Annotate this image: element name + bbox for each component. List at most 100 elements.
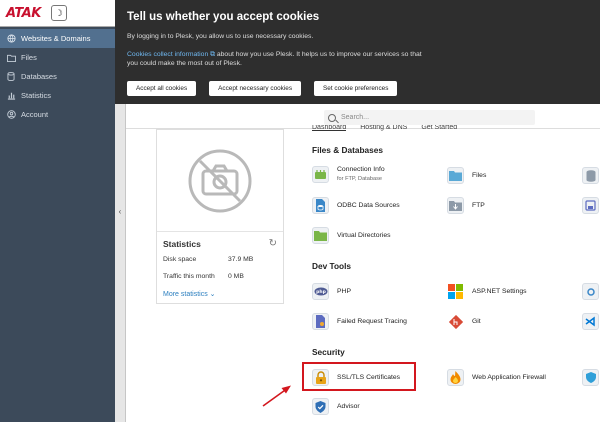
code-editor-icon [582,313,599,330]
tool-label: Failed Request Tracing [337,318,407,325]
logo[interactable]: ATAK ☽ [0,0,115,27]
statistics-title: Statistics [163,238,201,249]
database-icon [6,72,16,81]
bar-chart-icon [6,91,16,100]
virtual-directory-icon [312,227,329,244]
site-preview-panel: Statistics ↻ Disk space 37.9 MB Traffic … [156,129,284,304]
no-camera-icon [188,149,252,212]
tool-web-application-firewall[interactable]: Web Application Firewall [447,369,546,386]
section-title-files-databases: Files & Databases [312,145,384,155]
tab-get-started[interactable]: Get Started [421,125,457,131]
folder-icon [6,53,16,62]
accept-necessary-cookies-button[interactable]: Accept necessary cookies [209,80,302,96]
globe-icon [6,34,16,43]
sidebar-item-files[interactable]: Files [0,48,115,67]
cookie-title: Tell us whether you accept cookies [127,11,320,23]
disk-space-row: Disk space 37.9 MB [163,256,277,263]
tool-label: Git [472,318,481,325]
tool-connection-info[interactable]: Connection Info for FTP, Database [312,166,385,183]
tool-security-partial[interactable] [582,369,600,386]
php-icon: php [312,283,329,300]
sidebar: ATAK ☽ Websites & Domains Files Database… [0,0,115,422]
tool-advisor[interactable]: Advisor [312,398,360,415]
more-statistics-link[interactable]: More statistics ⌄ [163,290,277,298]
sidebar-item-label: Databases [21,72,57,81]
chevron-left-icon: ‹ [118,206,122,216]
tool-label: Virtual Directories [337,232,391,239]
logo-text: ATAK [6,5,41,21]
tool-failed-request-tracing[interactable]: Failed Request Tracing [312,313,407,330]
user-icon [6,110,16,119]
sidebar-item-websites-domains[interactable]: Websites & Domains [0,29,115,48]
database-icon [582,167,599,184]
ftp-folder-icon [447,197,464,214]
tool-label: Advisor [337,403,360,410]
traffic-label: Traffic this month [163,273,215,280]
tool-odbc-data-sources[interactable]: ODBC Data Sources [312,197,400,214]
refresh-icon[interactable]: ↻ [269,238,277,249]
tool-git[interactable]: Git [447,313,481,330]
tool-ftp[interactable]: FTP [447,197,485,214]
connection-icon [312,166,329,183]
tab-hosting-dns[interactable]: Hosting & DNS [360,125,407,131]
tool-aspnet-settings[interactable]: ASP.NET Settings [447,283,527,300]
tool-php[interactable]: php PHP [312,283,351,300]
sidebar-item-account[interactable]: Account [0,105,115,124]
tool-databases-partial[interactable] [582,167,600,184]
main-content: Statistics ↻ Disk space 37.9 MB Traffic … [126,129,600,422]
search-icon [328,113,336,122]
cookie-text-paragraph: Cookies collect information ⧉ about how … [127,50,588,69]
annotation-arrow-icon [262,385,291,407]
tool-devtool-partial[interactable] [582,283,600,300]
section-title-dev-tools: Dev Tools [312,261,352,271]
cookie-text-line2: about how you use Plesk. It helps us to … [214,50,422,58]
cookie-text-line1: By logging in to Plesk, you allow us to … [127,33,314,40]
tool-vscode-partial[interactable] [582,313,600,330]
sidebar-item-label: Account [21,110,49,119]
tab-dashboard[interactable]: Dashboard [312,125,347,131]
statistics-card: Statistics ↻ Disk space 37.9 MB Traffic … [157,232,283,304]
accept-all-cookies-button[interactable]: Accept all cookies [127,80,197,96]
sidebar-item-databases[interactable]: Databases [0,67,115,86]
advisor-icon [312,398,329,415]
request-tracing-icon [312,313,329,330]
tool-label: Web Application Firewall [472,374,546,381]
aspnet-icon [447,283,464,300]
disk-space-label: Disk space [163,256,197,263]
sidebar-item-statistics[interactable]: Statistics [0,86,115,105]
tool-label: Files [472,172,487,179]
cookies-info-link[interactable]: Cookies collect information [127,51,208,58]
sidebar-item-label: Statistics [21,91,52,100]
tool-virtual-directories[interactable]: Virtual Directories [312,227,391,244]
cookie-text-line3: you could make the most out of Plesk. [127,60,242,67]
traffic-row: Traffic this month 0 MB [163,273,277,280]
tool-files[interactable]: Files [447,167,486,184]
backup-icon [582,197,599,214]
shield-icon [582,369,599,386]
folder-icon [447,167,464,184]
svg-text:php: php [316,289,326,295]
set-cookie-preferences-button[interactable]: Set cookie preferences [314,80,398,96]
sidebar-item-label: Websites & Domains [21,34,91,43]
tool-sublabel: for FTP, Database [337,175,382,182]
cookie-consent-banner: Tell us whether you accept cookies By lo… [115,0,600,104]
highlight-box [302,362,416,391]
git-icon [447,313,464,330]
tool-label: FTP [472,202,485,209]
tool-label: ODBC Data Sources [337,202,400,209]
tab-bar: Dashboard Hosting & DNS Get Started [312,125,471,131]
search-placeholder: Search... [341,114,370,121]
screenshot-placeholder [157,130,283,232]
odbc-icon [312,197,329,214]
sidebar-item-label: Files [21,53,37,62]
search-input[interactable]: Search... [324,110,535,125]
tool-label: PHP [337,288,351,295]
tool-backup-partial[interactable] [582,197,600,214]
tool-label: ASP.NET Settings [472,288,527,295]
traffic-value: 0 MB [228,273,244,280]
seal-icon: ☽ [50,5,67,21]
settings-icon [582,283,599,300]
disk-space-value: 37.9 MB [228,256,254,263]
flame-icon [447,369,464,386]
section-title-security: Security [312,347,345,357]
